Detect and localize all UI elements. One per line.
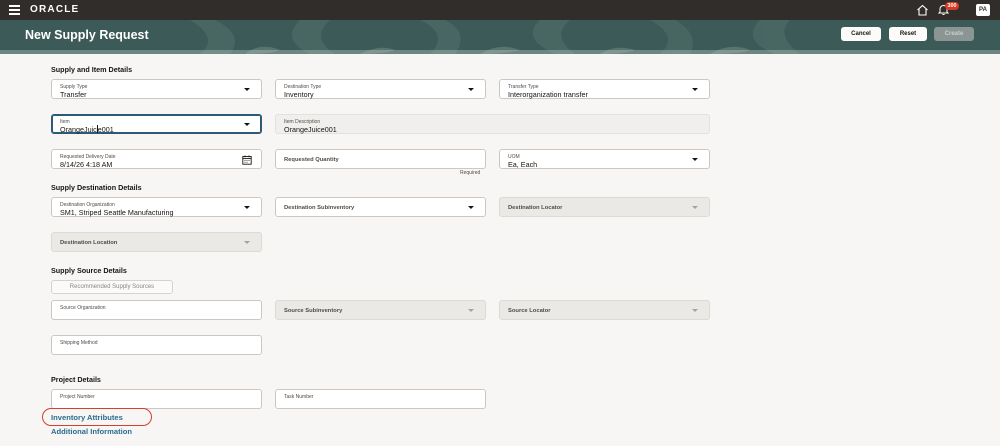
- chevron-down-icon: [244, 123, 250, 126]
- page-title: New Supply Request: [25, 28, 149, 42]
- project-number-input[interactable]: Project Number: [51, 389, 262, 409]
- task-number-input[interactable]: Task Number: [275, 389, 486, 409]
- chevron-down-icon: [468, 206, 474, 209]
- requested-quantity-placeholder: Requested Quantity: [284, 157, 339, 163]
- requested-delivery-date-value: 8/14/26 4:18 AM: [60, 160, 113, 169]
- requested-delivery-date-input[interactable]: Requested Delivery Date 8/14/26 4:18 AM: [51, 149, 262, 169]
- inventory-attributes-link[interactable]: Inventory Attributes: [51, 413, 123, 422]
- chevron-down-icon: [244, 206, 250, 209]
- chevron-down-icon: [468, 309, 474, 312]
- required-indicator: Required: [460, 170, 481, 176]
- source-locator-placeholder: Source Locator: [508, 308, 551, 314]
- calendar-icon[interactable]: [242, 155, 252, 165]
- requested-quantity-input[interactable]: Requested Quantity: [275, 149, 486, 169]
- supply-type-value: Transfer: [60, 90, 87, 99]
- uom-value: Ea, Each: [508, 160, 538, 169]
- page-header: New Supply Request Cancel Reset Create: [0, 20, 1000, 54]
- project-number-label: Project Number: [60, 394, 95, 400]
- destination-organization-select[interactable]: Destination Organization SM1, Striped Se…: [51, 197, 262, 217]
- home-icon[interactable]: [916, 4, 929, 16]
- section-title-supply-destination: Supply Destination Details: [51, 183, 142, 192]
- section-title-supply-source: Supply Source Details: [51, 266, 127, 275]
- destination-type-select[interactable]: Destination Type Inventory: [275, 79, 486, 99]
- transfer-type-value: Interorganization transfer: [508, 90, 588, 99]
- supply-type-select[interactable]: Supply Type Transfer: [51, 79, 262, 99]
- transfer-type-select[interactable]: Transfer Type Interorganization transfer: [499, 79, 710, 99]
- shipping-method-input[interactable]: Shipping Method: [51, 335, 262, 355]
- task-number-label: Task Number: [284, 394, 314, 400]
- reset-button[interactable]: Reset: [889, 27, 927, 41]
- section-title-project: Project Details: [51, 375, 101, 384]
- chevron-down-icon: [244, 241, 250, 244]
- chevron-down-icon: [244, 88, 250, 91]
- chevron-down-icon: [692, 88, 698, 91]
- source-organization-input[interactable]: Source Organization: [51, 300, 262, 320]
- create-button[interactable]: Create: [934, 27, 974, 41]
- uom-select[interactable]: UOM Ea, Each: [499, 149, 710, 169]
- chevron-down-icon: [692, 309, 698, 312]
- recommended-supply-sources-button[interactable]: Recommended Supply Sources: [51, 280, 173, 294]
- section-title-supply-item: Supply and Item Details: [51, 65, 133, 74]
- item-input[interactable]: Item OrangeJuice001: [51, 114, 262, 134]
- destination-subinventory-placeholder: Destination Subinventory: [284, 205, 355, 211]
- chevron-down-icon: [468, 88, 474, 91]
- destination-location-placeholder: Destination Location: [60, 240, 118, 246]
- destination-organization-value: SM1, Striped Seattle Manufacturing: [60, 208, 174, 217]
- hamburger-menu-icon[interactable]: [9, 5, 20, 15]
- destination-locator-select: Destination Locator: [499, 197, 710, 217]
- source-locator-select: Source Locator: [499, 300, 710, 320]
- destination-type-value: Inventory: [284, 90, 314, 99]
- source-organization-label: Source Organization: [60, 305, 106, 311]
- source-subinventory-select: Source Subinventory: [275, 300, 486, 320]
- oracle-logo: ORACLE: [30, 4, 80, 15]
- item-value: OrangeJuice001: [60, 125, 114, 134]
- chevron-down-icon: [692, 158, 698, 161]
- source-subinventory-placeholder: Source Subinventory: [284, 308, 343, 314]
- chevron-down-icon: [692, 206, 698, 209]
- destination-locator-placeholder: Destination Locator: [508, 205, 563, 211]
- global-header: ORACLE 300 PA: [0, 0, 1000, 20]
- additional-information-link[interactable]: Additional Information: [51, 427, 132, 436]
- shipping-method-label: Shipping Method: [60, 340, 98, 346]
- user-avatar[interactable]: PA: [976, 4, 990, 16]
- destination-location-select: Destination Location: [51, 232, 262, 252]
- destination-subinventory-select[interactable]: Destination Subinventory: [275, 197, 486, 217]
- cancel-button[interactable]: Cancel: [841, 27, 881, 41]
- item-description-field: Item Description OrangeJuice001: [275, 114, 710, 134]
- item-description-value: OrangeJuice001: [284, 125, 337, 134]
- notification-count-badge: 300: [945, 2, 959, 10]
